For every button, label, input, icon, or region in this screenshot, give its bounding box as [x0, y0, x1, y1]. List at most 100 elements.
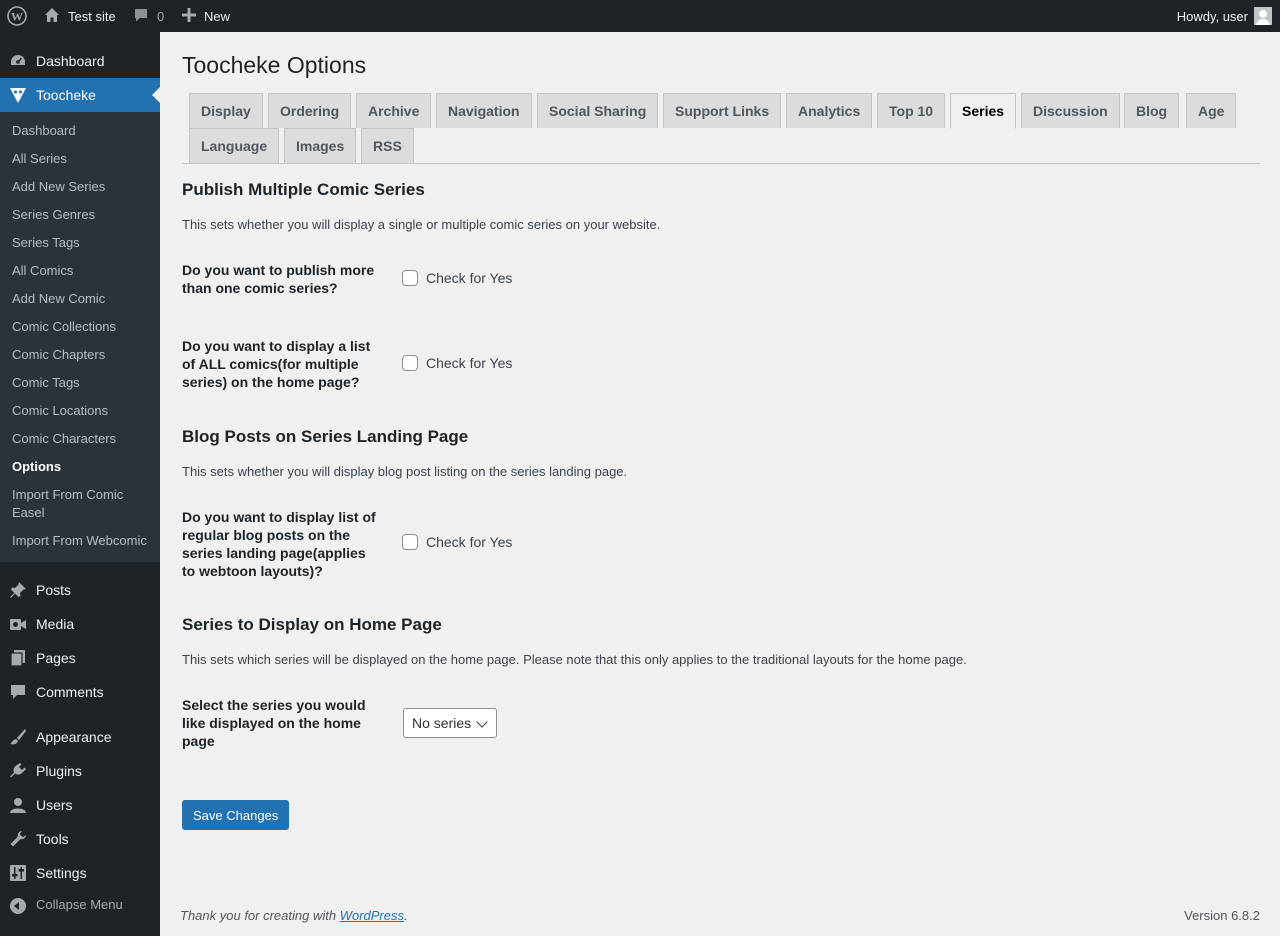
submenu-comic-chapters[interactable]: Comic Chapters [12, 346, 152, 364]
checkbox-label: Check for Yes [426, 355, 513, 371]
menu-pages[interactable]: Pages [0, 641, 160, 675]
save-changes-button[interactable]: Save Changes [182, 800, 290, 830]
pages-icon [9, 649, 27, 667]
menu-plugins-label: Plugins [36, 763, 82, 779]
submenu-dashboard[interactable]: Dashboard [12, 122, 152, 140]
checkbox-box[interactable] [402, 355, 418, 371]
home-icon [44, 7, 60, 26]
comments-count: 0 [157, 8, 165, 24]
submenu-import-webcomic[interactable]: Import From Webcomic [12, 532, 152, 550]
footer-thanks-text: Thank you for creating with [180, 908, 340, 923]
checkbox-list-all-comics[interactable]: Check for Yes [402, 355, 512, 371]
submenu-add-new-series[interactable]: Add New Series [12, 178, 152, 196]
collapse-menu-label: Collapse Menu [36, 897, 123, 912]
wrench-icon [9, 830, 27, 848]
media-camera-icon [9, 615, 27, 633]
tab-blog[interactable]: Blog [1124, 93, 1180, 128]
menu-tools[interactable]: Tools [0, 822, 160, 856]
dashboard-gauge-icon [9, 52, 27, 70]
my-account-link[interactable]: Howdy, user [1177, 0, 1272, 32]
user-icon [9, 796, 27, 814]
submenu-comic-collections[interactable]: Comic Collections [12, 318, 152, 336]
checkbox-box[interactable] [402, 534, 418, 550]
tab-series[interactable]: Series [950, 93, 1017, 129]
section-heading-blog-posts: Blog Posts on Series Landing Page [182, 427, 469, 446]
menu-appearance[interactable]: Appearance [0, 720, 160, 754]
collapse-menu-button[interactable]: Collapse Menu [0, 894, 160, 918]
menu-toocheke-label: Toocheke [36, 87, 96, 103]
tab-discussion[interactable]: Discussion [1021, 93, 1120, 128]
submenu-series-tags[interactable]: Series Tags [12, 234, 152, 252]
tab-language[interactable]: Language [189, 128, 280, 163]
pushpin-icon [9, 581, 27, 599]
comments-icon [9, 683, 27, 701]
admin-menu: Dashboard Toocheke Dashboard All Series … [0, 32, 160, 936]
menu-dashboard[interactable]: Dashboard [0, 44, 160, 78]
menu-comments-label: Comments [36, 684, 104, 700]
submenu-comic-tags[interactable]: Comic Tags [12, 374, 152, 392]
section-desc-blog-posts: This sets whether you will display blog … [182, 464, 628, 479]
toocheke-logo-icon [9, 86, 27, 104]
plus-icon [182, 7, 196, 25]
tab-age[interactable]: Age [1186, 93, 1237, 128]
page-title: Toocheke Options [182, 52, 367, 78]
tab-display[interactable]: Display [189, 93, 263, 128]
submenu-comic-characters[interactable]: Comic Characters [12, 430, 152, 448]
tab-navigation[interactable]: Navigation [436, 93, 532, 128]
submenu-options[interactable]: Options [12, 458, 152, 476]
tab-support-links[interactable]: Support Links [663, 93, 782, 128]
new-content-link[interactable]: New [182, 0, 230, 32]
paintbrush-icon [9, 728, 27, 746]
site-name-label: Test site [68, 8, 116, 24]
site-name-link[interactable]: Test site [44, 0, 116, 32]
comments-link[interactable]: 0 [133, 0, 164, 32]
menu-settings[interactable]: Settings [0, 856, 160, 890]
checkbox-label: Check for Yes [426, 534, 513, 550]
menu-media[interactable]: Media [0, 607, 160, 641]
footer-thanks-suffix: . [404, 908, 408, 923]
section-heading-multiple-series: Publish Multiple Comic Series [182, 180, 425, 199]
menu-users[interactable]: Users [0, 788, 160, 822]
question-publish-multiple: Do you want to publish more than one com… [182, 262, 375, 296]
submenu-all-comics[interactable]: All Comics [12, 262, 152, 280]
submenu-add-new-comic[interactable]: Add New Comic [12, 290, 152, 308]
tab-images[interactable]: Images [284, 128, 357, 163]
checkbox-publish-multiple[interactable]: Check for Yes [402, 270, 512, 286]
menu-settings-label: Settings [36, 865, 87, 881]
tab-ordering[interactable]: Ordering [268, 93, 352, 128]
submenu-all-series[interactable]: All Series [12, 150, 152, 168]
tab-analytics[interactable]: Analytics [786, 93, 873, 128]
footer-thanks: Thank you for creating with WordPress. [180, 908, 408, 923]
menu-plugins[interactable]: Plugins [0, 754, 160, 788]
checkbox-box[interactable] [402, 270, 418, 286]
section-heading-home-series: Series to Display on Home Page [182, 615, 442, 634]
submenu-series-genres[interactable]: Series Genres [12, 206, 152, 224]
menu-media-label: Media [36, 616, 75, 632]
tab-social-sharing[interactable]: Social Sharing [537, 93, 659, 128]
admin-bar: W Test site 0 New Howdy, user [0, 0, 1280, 32]
submenu-import-comic-easel[interactable]: Import From Comic Easel [12, 486, 152, 522]
footer-version: Version 6.8.2 [1184, 908, 1260, 923]
menu-pages-label: Pages [36, 650, 76, 666]
submenu-comic-locations[interactable]: Comic Locations [12, 402, 152, 420]
question-list-all-comics: Do you want to display a list of ALL com… [182, 338, 371, 390]
tab-top-10[interactable]: Top 10 [877, 93, 946, 128]
menu-dashboard-label: Dashboard [36, 53, 105, 69]
new-label: New [204, 8, 231, 24]
checkbox-blog-posts-landing[interactable]: Check for Yes [402, 534, 512, 550]
question-blog-posts-landing: Do you want to display list of regular b… [182, 509, 376, 579]
menu-posts-label: Posts [36, 582, 72, 598]
section-desc-multiple-series: This sets whether you will display a sin… [182, 217, 661, 232]
home-series-select[interactable]: No series [403, 708, 497, 738]
tab-archive[interactable]: Archive [356, 93, 432, 128]
howdy-label: Howdy, user [1176, 8, 1248, 24]
checkbox-label: Check for Yes [426, 270, 513, 286]
menu-comments[interactable]: Comments [0, 675, 160, 709]
tab-rss[interactable]: RSS [361, 128, 414, 163]
wordpress-link[interactable]: WordPress [340, 908, 404, 923]
menu-posts[interactable]: Posts [0, 573, 160, 607]
chevron-down-icon [476, 716, 488, 728]
wordpress-logo-icon[interactable]: W [7, 0, 27, 32]
menu-users-label: Users [36, 797, 73, 813]
menu-toocheke[interactable]: Toocheke [0, 78, 160, 112]
